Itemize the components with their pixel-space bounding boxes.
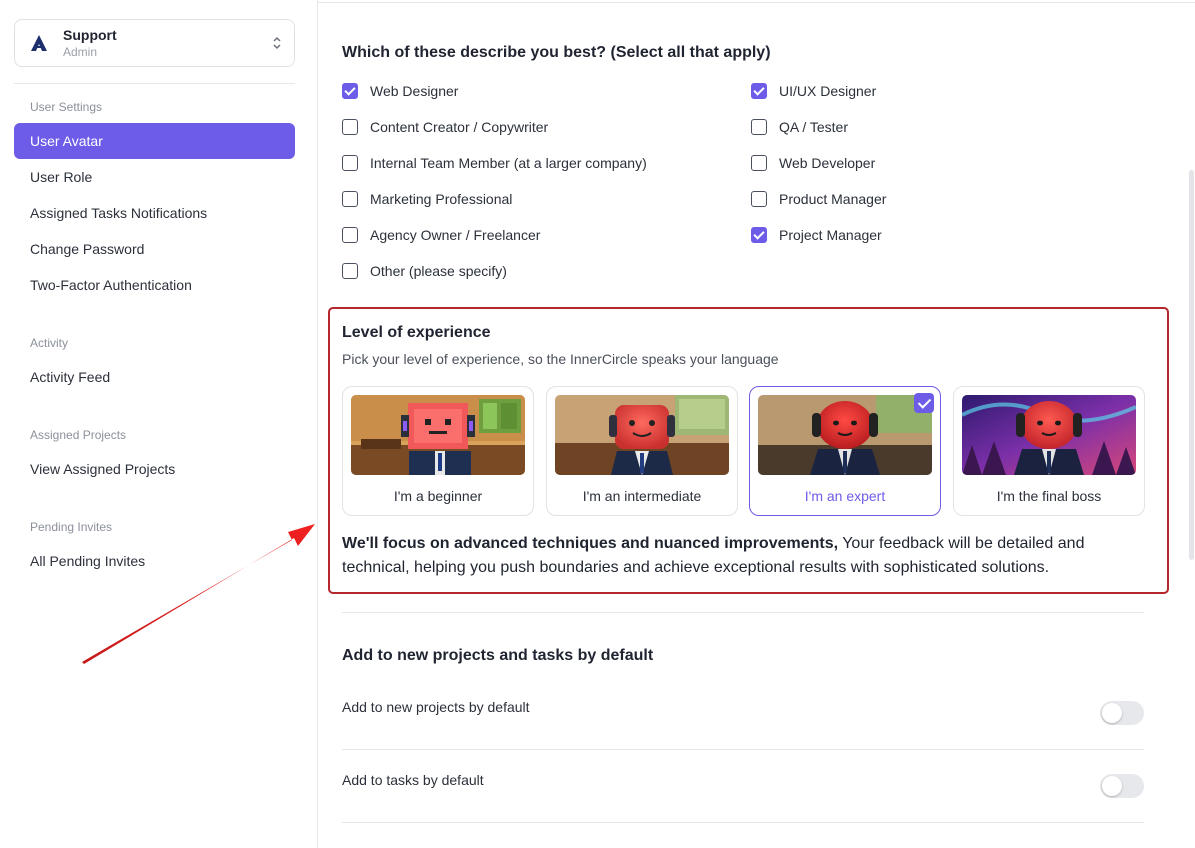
describe-title: Which of these describe you best? (Selec… [342, 44, 771, 61]
workspace-name: Support [63, 27, 117, 43]
sidebar-divider [14, 83, 295, 84]
option-internal-team-member[interactable]: Internal Team Member (at a larger compan… [342, 153, 647, 173]
sidebar-item-change-password[interactable]: Change Password [14, 231, 295, 267]
sidebar-item-activity-feed[interactable]: Activity Feed [14, 359, 295, 395]
chevron-up-down-icon [273, 36, 281, 50]
toggle-knob [1102, 703, 1122, 723]
sidebar-item-user-avatar[interactable]: User Avatar [14, 123, 295, 159]
option-other[interactable]: Other (please specify) [342, 261, 507, 281]
option-label: Web Developer [779, 155, 876, 171]
sidebar: Support Admin User Settings User Avatar … [0, 0, 318, 848]
option-label: Marketing Professional [370, 191, 513, 207]
defaults-title: Add to new projects and tasks by default [342, 647, 654, 664]
experience-description: We'll focus on advanced techniques and n… [342, 532, 1142, 580]
sidebar-item-two-factor-authentication[interactable]: Two-Factor Authentication [14, 267, 295, 303]
checkbox[interactable] [342, 227, 358, 243]
checkbox[interactable] [342, 191, 358, 207]
checkbox[interactable] [751, 155, 767, 171]
workspace-role: Admin [63, 45, 98, 59]
option-content-creator[interactable]: Content Creator / Copywriter [342, 117, 548, 137]
experience-title: Level of experience [342, 324, 491, 341]
option-agency-owner[interactable]: Agency Owner / Freelancer [342, 225, 540, 245]
toggle-label-new-projects: Add to new projects by default [342, 699, 530, 715]
option-label: Other (please specify) [370, 263, 507, 279]
level-card-beginner[interactable]: I'm a beginner [342, 386, 534, 516]
settings-main: Which of these describe you best? (Selec… [318, 0, 1195, 848]
scrollbar[interactable] [1189, 170, 1194, 560]
option-qa-tester[interactable]: QA / Tester [751, 117, 848, 137]
row-divider [342, 749, 1144, 750]
sidebar-item-assigned-tasks-notifications[interactable]: Assigned Tasks Notifications [14, 195, 295, 231]
workspace-logo-icon [31, 35, 47, 51]
checkbox[interactable] [342, 155, 358, 171]
checkbox[interactable] [751, 227, 767, 243]
option-project-manager[interactable]: Project Manager [751, 225, 882, 245]
option-label: Agency Owner / Freelancer [370, 227, 541, 243]
sidebar-section-user-settings: User Settings [30, 100, 103, 114]
sidebar-section-assigned-projects: Assigned Projects [30, 428, 127, 442]
option-label: QA / Tester [779, 119, 848, 135]
workspace-switcher[interactable]: Support Admin [14, 19, 295, 67]
level-card-intermediate[interactable]: I'm an intermediate [546, 386, 738, 516]
option-label: Web Designer [370, 83, 459, 99]
option-web-designer[interactable]: Web Designer [342, 81, 458, 101]
checkbox[interactable] [751, 191, 767, 207]
option-label: UI/UX Designer [779, 83, 877, 99]
toggle-label-tasks: Add to tasks by default [342, 772, 484, 788]
level-card-final-boss[interactable]: I'm the final boss [953, 386, 1145, 516]
row-divider [342, 822, 1144, 823]
checkbox[interactable] [342, 119, 358, 135]
top-divider [318, 2, 1195, 3]
sidebar-item-view-assigned-projects[interactable]: View Assigned Projects [14, 451, 295, 487]
sidebar-section-activity: Activity [30, 336, 69, 350]
section-divider [342, 612, 1144, 613]
sidebar-item-all-pending-invites[interactable]: All Pending Invites [14, 543, 295, 579]
sidebar-section-pending-invites: Pending Invites [30, 520, 113, 534]
checkbox[interactable] [751, 83, 767, 99]
toggle-new-projects[interactable] [1100, 701, 1144, 725]
level-label: I'm the final boss [996, 488, 1102, 504]
option-ui-ux-designer[interactable]: UI/UX Designer [751, 81, 876, 101]
option-web-developer[interactable]: Web Developer [751, 153, 875, 173]
level-label: I'm an expert [804, 488, 886, 504]
option-product-manager[interactable]: Product Manager [751, 189, 886, 209]
experience-description-bold: We'll focus on advanced techniques and n… [342, 535, 839, 552]
checkbox[interactable] [342, 83, 358, 99]
avatar-beginner-image [351, 395, 525, 475]
option-label: Internal Team Member (at a larger compan… [370, 155, 647, 171]
avatar-intermediate-image [555, 395, 729, 475]
level-label: I'm a beginner [393, 488, 483, 504]
level-card-expert[interactable]: I'm an expert [749, 386, 941, 516]
sidebar-item-user-role[interactable]: User Role [14, 159, 295, 195]
option-label: Product Manager [779, 191, 887, 207]
selected-check-icon [914, 393, 934, 413]
avatar-expert-image [758, 395, 932, 475]
level-label: I'm an intermediate [582, 488, 702, 504]
option-label: Project Manager [779, 227, 882, 243]
toggle-knob [1102, 776, 1122, 796]
avatar-final-boss-image [962, 395, 1136, 475]
checkbox[interactable] [751, 119, 767, 135]
checkbox[interactable] [342, 263, 358, 279]
option-marketing-professional[interactable]: Marketing Professional [342, 189, 512, 209]
experience-subtitle: Pick your level of experience, so the In… [342, 351, 779, 367]
toggle-tasks[interactable] [1100, 774, 1144, 798]
option-label: Content Creator / Copywriter [370, 119, 549, 135]
